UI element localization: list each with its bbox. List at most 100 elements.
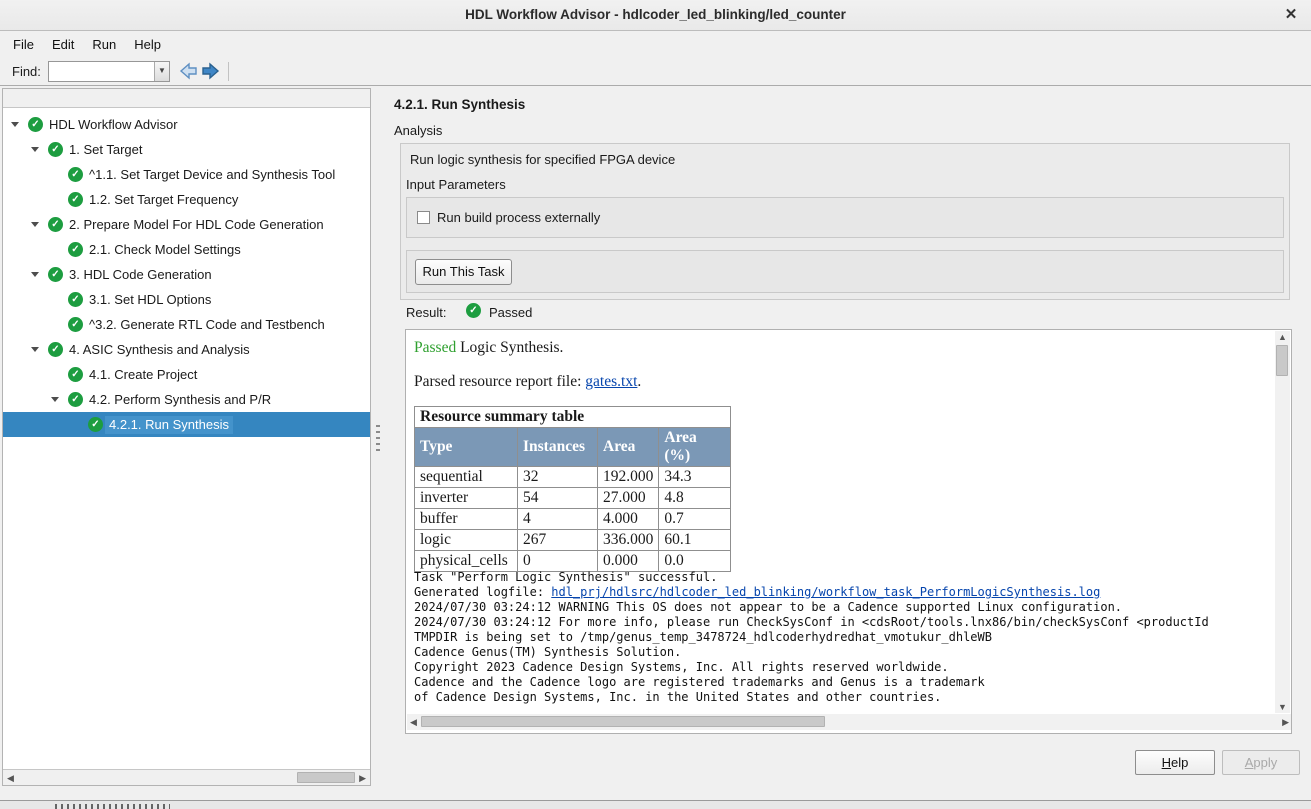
report-horizontal-scrollbar[interactable]: ◀ ▶ — [407, 714, 1292, 730]
tree-item[interactable]: ✓4.1. Create Project — [3, 362, 370, 387]
tree-item-label: 4.2. Perform Synthesis and P/R — [85, 391, 275, 409]
tree-item[interactable]: ✓1.2. Set Target Frequency — [3, 187, 370, 212]
parsed-prefix-text: Parsed resource report file: — [414, 373, 585, 390]
parsed-suffix-text: . — [637, 373, 641, 390]
expander-icon[interactable] — [31, 272, 39, 277]
result-report-area: Passed Logic Synthesis. Parsed resource … — [405, 329, 1292, 734]
apply-button[interactable]: Apply — [1222, 750, 1300, 775]
expander-icon[interactable] — [11, 122, 19, 127]
find-next-icon[interactable] — [200, 60, 222, 82]
tree-item[interactable]: ✓^3.2. Generate RTL Code and Testbench — [3, 312, 370, 337]
chevron-down-icon[interactable]: ▼ — [154, 62, 169, 81]
table-cell: 34.3 — [659, 467, 731, 488]
passed-check-icon: ✓ — [466, 303, 481, 318]
tree-item-label: 4.2.1. Run Synthesis — [105, 416, 233, 434]
tree-item[interactable]: ✓3. HDL Code Generation — [3, 262, 370, 287]
log-text: Generated logfile: — [414, 585, 551, 599]
help-button[interactable]: Help — [1135, 750, 1215, 775]
table-cell: 192.000 — [598, 467, 659, 488]
scroll-left-icon[interactable]: ◀ — [410, 714, 417, 730]
table-header-cell: Instances — [518, 428, 598, 467]
tree-item[interactable]: ✓4. ASIC Synthesis and Analysis — [3, 337, 370, 362]
check-passed-icon: ✓ — [48, 342, 63, 357]
close-icon[interactable]: ✕ — [1281, 5, 1301, 25]
result-label: Result: — [406, 305, 446, 320]
table-cell: 32 — [518, 467, 598, 488]
menu-edit[interactable]: Edit — [43, 34, 83, 55]
log-text: of Cadence Design Systems, Inc. in the U… — [414, 690, 941, 704]
tree-item[interactable]: ✓^1.1. Set Target Device and Synthesis T… — [3, 162, 370, 187]
tree-item[interactable]: ✓2. Prepare Model For HDL Code Generatio… — [3, 212, 370, 237]
tree-item[interactable]: ✓2.1. Check Model Settings — [3, 237, 370, 262]
table-cell: 4 — [518, 509, 598, 530]
run-task-box — [406, 250, 1284, 293]
tree-item[interactable]: ✓1. Set Target — [3, 137, 370, 162]
passed-rest-text: Logic Synthesis. — [456, 339, 563, 356]
table-header-cell: Type — [415, 428, 518, 467]
toolbar-separator — [228, 62, 229, 81]
scroll-thumb[interactable] — [421, 716, 825, 727]
table-cell: 0 — [518, 551, 598, 572]
expander-icon[interactable] — [51, 397, 59, 402]
table-cell: 0.0 — [659, 551, 731, 572]
scroll-right-icon[interactable]: ▶ — [1282, 714, 1289, 730]
input-parameters-label: Input Parameters — [406, 177, 506, 192]
tree-item-label: 3.1. Set HDL Options — [85, 291, 215, 309]
panel-splitter-handle[interactable] — [376, 425, 380, 451]
expander-icon[interactable] — [31, 147, 39, 152]
table-title: Resource summary table — [415, 407, 731, 428]
tree-item[interactable]: ✓HDL Workflow Advisor — [3, 112, 370, 137]
find-label: Find: — [12, 64, 41, 79]
menu-file[interactable]: File — [4, 34, 43, 55]
log-text: Cadence Genus(TM) Synthesis Solution. — [414, 645, 681, 659]
check-passed-icon: ✓ — [68, 167, 83, 182]
scroll-down-icon[interactable]: ▼ — [1278, 701, 1287, 713]
tree-horizontal-scrollbar[interactable]: ◀ ▶ — [3, 769, 370, 785]
report-vertical-scrollbar[interactable]: ▲ ▼ — [1275, 331, 1290, 713]
menu-help[interactable]: Help — [125, 34, 170, 55]
scroll-thumb[interactable] — [1276, 345, 1288, 376]
window-title: HDL Workflow Advisor - hdlcoder_led_blin… — [0, 7, 1311, 22]
tree-item-label: ^1.1. Set Target Device and Synthesis To… — [85, 166, 339, 184]
scroll-left-icon[interactable]: ◀ — [7, 770, 14, 786]
scroll-up-icon[interactable]: ▲ — [1278, 329, 1287, 345]
table-cell: inverter — [415, 488, 518, 509]
run-externally-label: Run build process externally — [437, 210, 600, 225]
log-text: Copyright 2023 Cadence Design Systems, I… — [414, 660, 949, 674]
menu-run[interactable]: Run — [83, 34, 125, 55]
tree-item-label: 2.1. Check Model Settings — [85, 241, 245, 259]
menu-bar: File Edit Run Help — [0, 31, 1311, 57]
tree-item-label: ^3.2. Generate RTL Code and Testbench — [85, 316, 329, 334]
run-externally-checkbox[interactable] — [417, 211, 430, 224]
tree-item[interactable]: ✓4.2. Perform Synthesis and P/R — [3, 387, 370, 412]
find-input[interactable] — [49, 62, 154, 81]
table-cell: 27.000 — [598, 488, 659, 509]
table-cell: 54 — [518, 488, 598, 509]
find-previous-icon[interactable] — [177, 60, 199, 82]
gates-txt-link[interactable]: gates.txt — [585, 373, 637, 390]
log-line: of Cadence Design Systems, Inc. in the U… — [414, 690, 1292, 705]
expander-icon[interactable] — [31, 347, 39, 352]
log-line: Task "Perform Logic Synthesis" successfu… — [414, 570, 1292, 585]
log-text: TMPDIR is being set to /tmp/genus_temp_3… — [414, 630, 992, 644]
tree-item-label: 3. HDL Code Generation — [65, 266, 216, 284]
hdl-workflow-advisor-window: HDL Workflow Advisor - hdlcoder_led_blin… — [0, 0, 1311, 809]
workflow-tree-panel: ✓HDL Workflow Advisor✓1. Set Target✓^1.1… — [2, 88, 371, 786]
synthesis-log: Task "Perform Logic Synthesis" successfu… — [414, 570, 1292, 705]
task-description: Run logic synthesis for specified FPGA d… — [410, 152, 675, 167]
table-row: logic267336.00060.1 — [415, 530, 731, 551]
log-line: Generated logfile: hdl_prj/hdlsrc/hdlcod… — [414, 585, 1292, 600]
table-header-cell: Area — [598, 428, 659, 467]
check-passed-icon: ✓ — [88, 417, 103, 432]
table-cell: 4.000 — [598, 509, 659, 530]
scroll-thumb[interactable] — [297, 772, 355, 783]
run-this-task-button[interactable]: Run This Task — [415, 259, 512, 285]
scroll-right-icon[interactable]: ▶ — [359, 770, 366, 786]
tree-item[interactable]: ✓4.2.1. Run Synthesis — [3, 412, 370, 437]
tree-item[interactable]: ✓3.1. Set HDL Options — [3, 287, 370, 312]
tree-item-label: HDL Workflow Advisor — [45, 116, 182, 134]
passed-text: Passed — [414, 339, 456, 356]
check-passed-icon: ✓ — [28, 117, 43, 132]
logfile-link[interactable]: hdl_prj/hdlsrc/hdlcoder_led_blinking/wor… — [551, 585, 1100, 599]
expander-icon[interactable] — [31, 222, 39, 227]
